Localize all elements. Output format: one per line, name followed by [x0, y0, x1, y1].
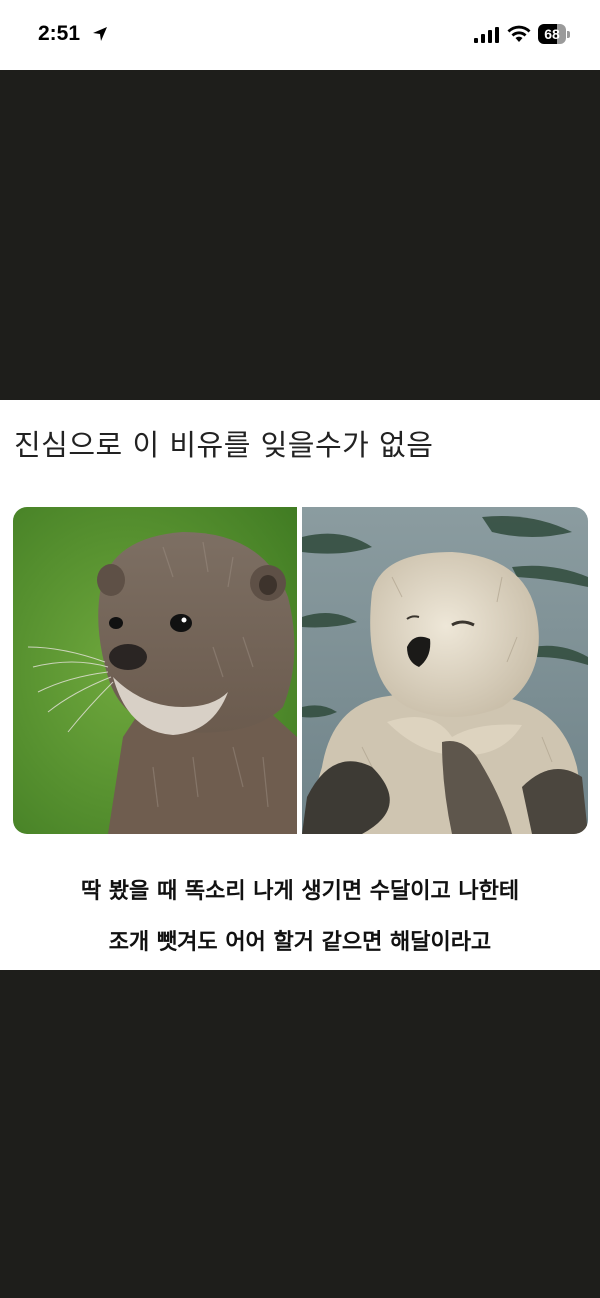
status-bar: 2:51 68 — [0, 0, 600, 70]
post-card: 진심으로 이 비유를 잊을수가 없음 딱 봤을 때 똑소리 나게 생기면 수달이… — [0, 400, 600, 970]
location-arrow-icon — [93, 27, 107, 41]
sea-otter-photo — [302, 507, 588, 834]
battery-icon: 68 — [538, 24, 570, 44]
post-headline: 진심으로 이 비유를 잊을수가 없음 — [14, 428, 434, 462]
caption-line-1: 딱 봤을 때 똑소리 나게 생기면 수달이고 나한테 — [80, 879, 520, 904]
cellular-signal-icon — [474, 27, 499, 43]
battery-level: 68 — [544, 26, 560, 42]
comparison-photo — [13, 507, 588, 834]
status-time: 2:51 — [38, 22, 81, 45]
caption-line-2: 조개 뺏겨도 어어 할거 같으면 해달이라고 — [108, 930, 492, 955]
otter-photo — [13, 507, 297, 834]
wifi-icon — [507, 25, 531, 42]
